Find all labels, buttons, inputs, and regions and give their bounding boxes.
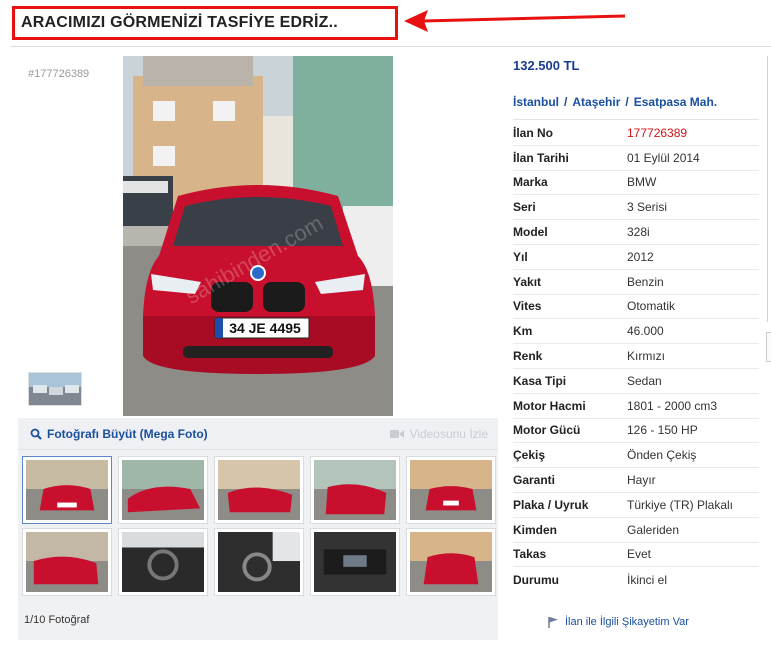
attribute-value: Önden Çekiş bbox=[627, 448, 697, 463]
attribute-label: Km bbox=[513, 324, 533, 339]
attribute-row: Plaka / Uyruk Türkiye (TR) Plakalı bbox=[513, 493, 759, 518]
thumbnail-9[interactable] bbox=[310, 528, 400, 596]
listing-page: ARACIMIZI GÖRMENİZİ TASFİYE EDRİZ.. #177… bbox=[0, 0, 771, 663]
dealer-mini-thumbnail[interactable] bbox=[28, 372, 82, 406]
gallery-toolbar: Fotoğrafı Büyüt (Mega Foto) Videosunu İz… bbox=[18, 418, 498, 450]
attribute-row: Kasa Tipi Sedan bbox=[513, 369, 759, 394]
thumbnail-5[interactable] bbox=[406, 456, 496, 524]
header-divider bbox=[10, 46, 771, 47]
attribute-value: 3 Serisi bbox=[627, 200, 668, 215]
attribute-row: Çekiş Önden Çekiş bbox=[513, 443, 759, 469]
attribute-label: Yıl bbox=[513, 249, 528, 264]
attribute-label: Motor Hacmi bbox=[513, 398, 586, 413]
attribute-value: Türkiye (TR) Plakalı bbox=[627, 497, 734, 512]
attribute-value: 328i bbox=[627, 225, 650, 240]
thumbnail-7[interactable] bbox=[118, 528, 208, 596]
attribute-row: Durumu İkinci el bbox=[513, 567, 759, 592]
thumbnail-2[interactable] bbox=[118, 456, 208, 524]
thumbnail-1[interactable] bbox=[22, 456, 112, 524]
attribute-value: 1801 - 2000 cm3 bbox=[627, 398, 718, 413]
attribute-label: Motor Gücü bbox=[513, 423, 581, 438]
attribute-row: Model 328i bbox=[513, 220, 759, 245]
attribute-value: 2012 bbox=[627, 249, 654, 264]
attribute-row: Km 46.000 bbox=[513, 319, 759, 345]
attribute-value: İkinci el bbox=[627, 572, 668, 587]
attribute-row: Kimden Galeriden bbox=[513, 518, 759, 543]
attribute-value: Galeriden bbox=[627, 522, 680, 537]
attribute-row: İlan No 177726389 bbox=[513, 121, 759, 146]
location-district-link[interactable]: Ataşehir bbox=[572, 95, 620, 109]
price: 132.500 TL bbox=[513, 58, 580, 73]
right-edge-tab[interactable] bbox=[766, 332, 771, 362]
video-camera-icon bbox=[390, 429, 405, 438]
thumbnail-3[interactable] bbox=[214, 456, 304, 524]
attribute-label: Yakıt bbox=[513, 274, 542, 289]
attribute-row: Garanti Hayır bbox=[513, 468, 759, 493]
attribute-row: Seri 3 Serisi bbox=[513, 195, 759, 221]
listing-title: ARACIMIZI GÖRMENİZİ TASFİYE EDRİZ.. bbox=[21, 14, 338, 31]
thumbnail-10[interactable] bbox=[406, 528, 496, 596]
attribute-label: Vites bbox=[513, 299, 542, 314]
attribute-label: Model bbox=[513, 225, 548, 240]
location-city-link[interactable]: İstanbul bbox=[513, 95, 559, 109]
attribute-value: Kırmızı bbox=[627, 349, 665, 364]
attribute-label: Plaka / Uyruk bbox=[513, 497, 589, 512]
attribute-label: İlan No bbox=[513, 125, 554, 140]
license-plate-text: 34 JE 4495 bbox=[229, 320, 301, 336]
attribute-value: Hayır bbox=[627, 473, 656, 488]
attribute-value: Otomatik bbox=[627, 299, 676, 314]
photo-count: 1/10 Fotoğraf bbox=[24, 614, 90, 626]
attribute-label: Durumu bbox=[513, 572, 559, 587]
car-photo-image: 34 JE 4495 sahibinden.com bbox=[123, 56, 393, 416]
right-edge-panel bbox=[767, 56, 771, 322]
attribute-row: Vites Otomatik bbox=[513, 295, 759, 320]
attribute-value: Sedan bbox=[627, 373, 662, 388]
attribute-value: BMW bbox=[627, 175, 657, 190]
attribute-label: Kimden bbox=[513, 522, 558, 537]
title-highlight-box: ARACIMIZI GÖRMENİZİ TASFİYE EDRİZ.. bbox=[12, 6, 398, 40]
ad-id-label: #177726389 bbox=[28, 68, 90, 80]
attribute-row: Takas Evet bbox=[513, 543, 759, 568]
attribute-label: Çekiş bbox=[513, 448, 546, 463]
attribute-label: İlan Tarihi bbox=[513, 150, 569, 165]
thumbnail-8[interactable] bbox=[214, 528, 304, 596]
enlarge-photo-button[interactable]: Fotoğrafı Büyüt (Mega Foto) bbox=[30, 427, 208, 441]
magnifier-icon bbox=[30, 428, 42, 440]
attribute-row: Motor Hacmi 1801 - 2000 cm3 bbox=[513, 394, 759, 419]
attribute-row: İlan Tarihi 01 Eylül 2014 bbox=[513, 146, 759, 171]
listing-details: 132.500 TL İstanbul / Ataşehir / Esatpasa Ma… bbox=[513, 56, 759, 629]
attribute-row: Yakıt Benzin bbox=[513, 270, 759, 295]
listing-number: 177726389 bbox=[627, 125, 688, 140]
attribute-label: Kasa Tipi bbox=[513, 373, 567, 388]
attribute-label: Renk bbox=[513, 349, 543, 364]
report-listing-link[interactable]: İlan ile İlgili Şikayetim Var bbox=[513, 616, 759, 629]
report-listing-label: İlan ile İlgili Şikayetim Var bbox=[565, 616, 689, 629]
enlarge-photo-label: Fotoğrafı Büyüt (Mega Foto) bbox=[47, 426, 208, 441]
watch-video-label: Videosunu İzle bbox=[409, 426, 488, 441]
attribute-row: Marka BMW bbox=[513, 171, 759, 196]
attribute-value: 126 - 150 HP bbox=[627, 423, 698, 438]
attribute-label: Takas bbox=[513, 547, 547, 562]
thumbnail-6[interactable] bbox=[22, 528, 112, 596]
attribute-row: Renk Kırmızı bbox=[513, 344, 759, 369]
location-breadcrumb: İstanbul / Ataşehir / Esatpasa Mah. bbox=[513, 95, 759, 120]
thumbnail-4[interactable] bbox=[310, 456, 400, 524]
attribute-row: Motor Gücü 126 - 150 HP bbox=[513, 419, 759, 444]
attribute-value: 01 Eylül 2014 bbox=[627, 150, 700, 165]
arrow-annotation-icon bbox=[404, 10, 626, 32]
main-photo[interactable]: 34 JE 4495 sahibinden.com bbox=[123, 56, 393, 416]
attribute-list: İlan No 177726389 İlan Tarihi 01 Eylül 201… bbox=[513, 121, 759, 592]
attribute-label: Garanti bbox=[513, 473, 556, 488]
attribute-label: Marka bbox=[513, 175, 548, 190]
watch-video-button[interactable]: Videosunu İzle bbox=[390, 427, 488, 441]
attribute-value: 46.000 bbox=[627, 324, 664, 339]
attribute-value: Evet bbox=[627, 547, 652, 562]
attribute-row: Yıl 2012 bbox=[513, 245, 759, 270]
attribute-label: Seri bbox=[513, 200, 536, 215]
thumbnail-strip: 1/10 Fotoğraf bbox=[18, 450, 498, 640]
photo-gallery: #177726389 34 JE 4495 sahibinden.com Fot… bbox=[18, 56, 498, 640]
location-neighborhood-link[interactable]: Esatpasa Mah. bbox=[634, 95, 717, 109]
attribute-value: Benzin bbox=[627, 274, 664, 289]
flag-icon bbox=[548, 617, 558, 629]
